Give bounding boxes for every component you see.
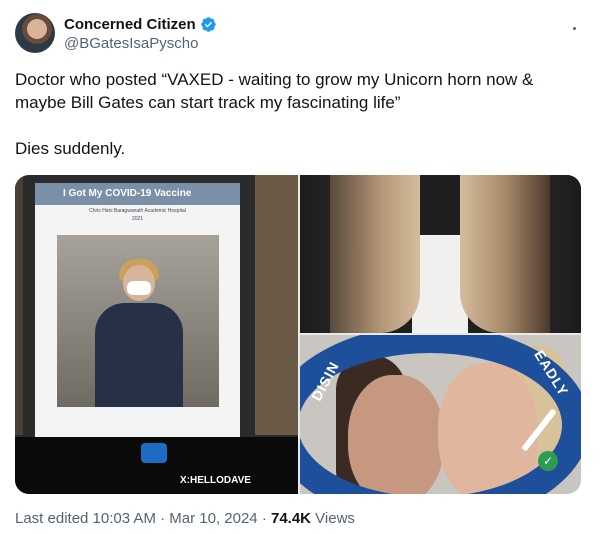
tweet-text: Doctor who posted “VAXED - waiting to gr… bbox=[15, 68, 585, 160]
scrubs bbox=[95, 303, 183, 407]
avatar[interactable] bbox=[15, 13, 55, 53]
author-name-row[interactable]: Concerned Citizen bbox=[64, 14, 217, 34]
tweet-text-line: Dies suddenly. bbox=[15, 139, 126, 158]
frame-photo bbox=[57, 235, 219, 407]
tweet: Concerned Citizen @BGatesIsaPyscho Docto… bbox=[0, 0, 606, 534]
door-frame bbox=[255, 175, 298, 435]
media-grid: I Got My COVID-19 Vaccine Chris Hani Bar… bbox=[15, 175, 581, 494]
tweet-text-line: Doctor who posted “VAXED - waiting to gr… bbox=[15, 70, 534, 89]
frame-header: I Got My COVID-19 Vaccine bbox=[35, 183, 240, 205]
verified-badge-icon bbox=[200, 16, 216, 32]
face-mask bbox=[127, 281, 151, 295]
checkmark-icon: ✓ bbox=[538, 451, 558, 471]
author-block: Concerned Citizen @BGatesIsaPyscho bbox=[64, 14, 217, 52]
hair bbox=[460, 175, 550, 333]
media-image-vaccine-frame[interactable]: I Got My COVID-19 Vaccine Chris Hani Bar… bbox=[15, 175, 298, 494]
camera-icon bbox=[141, 443, 167, 463]
views-label: Views bbox=[311, 510, 355, 527]
media-image-badge-selfie[interactable]: DISIN EADLY ✓ bbox=[300, 335, 581, 494]
media-image-hair-closeup[interactable] bbox=[300, 175, 581, 333]
watermark: X:HELLODAVE bbox=[180, 475, 251, 486]
tweet-text-line: maybe Bill Gates can start track my fasc… bbox=[15, 93, 401, 112]
more-dot bbox=[572, 26, 576, 30]
edited-timestamp[interactable]: Last edited 10:03 AM · Mar 10, 2024 · bbox=[15, 510, 271, 527]
author-handle[interactable]: @BGatesIsaPyscho bbox=[64, 35, 217, 52]
display-name[interactable]: Concerned Citizen bbox=[64, 16, 196, 33]
photo-frame-prop: I Got My COVID-19 Vaccine Chris Hani Bar… bbox=[35, 183, 240, 455]
tweet-meta: Last edited 10:03 AM · Mar 10, 2024 · 74… bbox=[15, 510, 355, 527]
frame-hospital: Chris Hani Baragwanath Academic Hospital bbox=[89, 208, 186, 214]
views-count[interactable]: 74.4K bbox=[271, 510, 311, 527]
door-frame bbox=[15, 175, 23, 435]
hair bbox=[330, 175, 420, 333]
frame-year: 2021 bbox=[131, 216, 144, 222]
frame-subheader: Chris Hani Baragwanath Academic Hospital… bbox=[35, 207, 240, 223]
more-options-icon[interactable] bbox=[564, 22, 584, 34]
